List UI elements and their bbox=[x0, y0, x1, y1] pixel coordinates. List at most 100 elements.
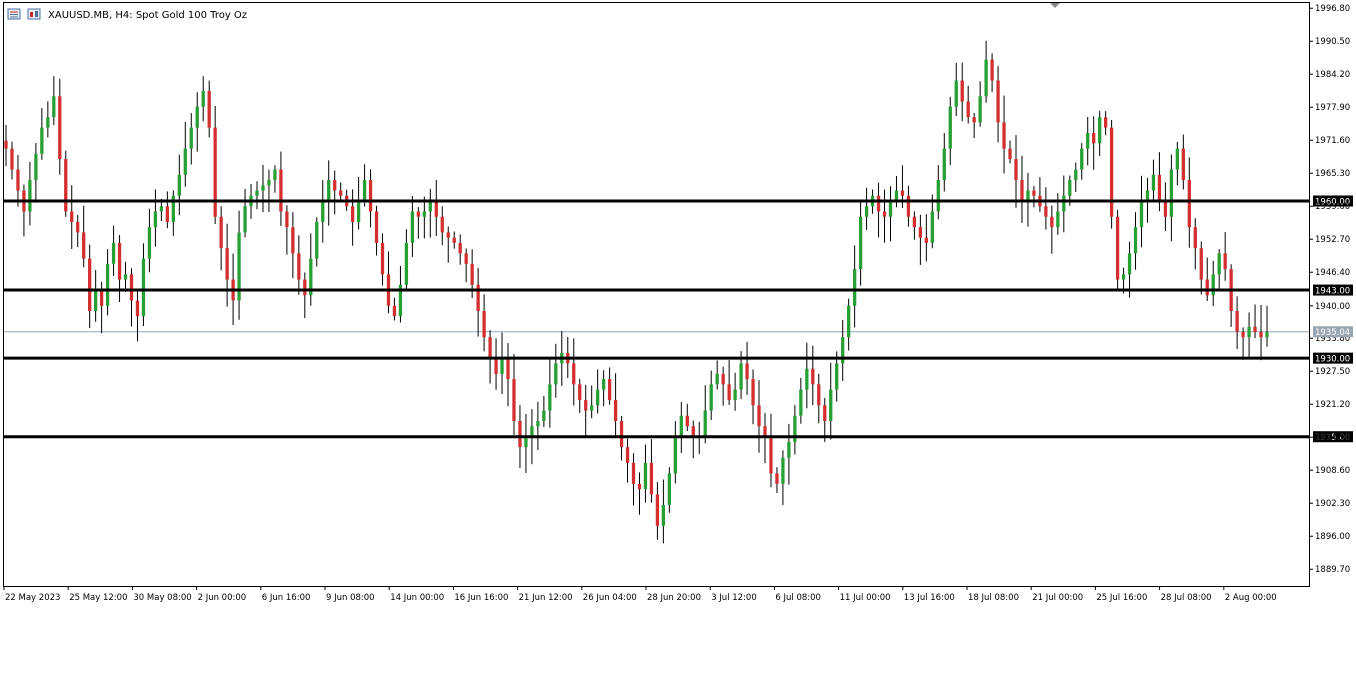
candle-body-up bbox=[1086, 132, 1090, 149]
candle-body-up bbox=[942, 148, 946, 181]
candle-body-down bbox=[452, 237, 456, 243]
candle-body-up bbox=[1169, 169, 1174, 217]
price-tick-label: 1921.20 bbox=[1315, 400, 1350, 410]
candle-body-up bbox=[1080, 148, 1084, 170]
candle-body-up bbox=[703, 410, 707, 437]
time-tick-label: 16 Jun 16:00 bbox=[454, 593, 508, 603]
time-tick-label: 30 May 08:00 bbox=[133, 593, 191, 603]
time-tick-label: 18 Jul 08:00 bbox=[968, 593, 1019, 603]
candle-body-down bbox=[1193, 227, 1197, 249]
candle-body-up bbox=[153, 211, 158, 228]
candle-body-up bbox=[1121, 274, 1126, 280]
candle-body-up bbox=[536, 421, 540, 427]
price-chart[interactable]: 1960.001943.001930.001915.00 1996.801990… bbox=[0, 0, 1356, 672]
candle-body-down bbox=[578, 384, 582, 401]
candle-body-up bbox=[243, 206, 247, 233]
candle-body-down bbox=[279, 169, 283, 212]
candle-body-down bbox=[88, 258, 92, 311]
indicator-icon[interactable] bbox=[27, 8, 41, 20]
price-tick-label: 1902.30 bbox=[1315, 499, 1350, 509]
candle-body-up bbox=[500, 358, 504, 374]
candle-body-up bbox=[315, 221, 319, 259]
candle-body-up bbox=[847, 305, 851, 338]
candle-body-up bbox=[954, 80, 958, 107]
candle-body-down bbox=[82, 232, 86, 259]
candle-body-up bbox=[159, 206, 164, 212]
candle-body-up bbox=[255, 190, 259, 196]
candle-body-down bbox=[506, 358, 510, 380]
candle-body-up bbox=[422, 211, 426, 217]
candle-body-down bbox=[727, 384, 731, 401]
candle-body-up bbox=[201, 91, 205, 107]
candle-body-down bbox=[811, 368, 815, 385]
chart-properties-icon[interactable] bbox=[7, 8, 21, 20]
time-tick-label: 6 Jun 16:00 bbox=[262, 593, 311, 603]
price-tick-label: 1977.90 bbox=[1315, 103, 1350, 113]
time-tick-label: 25 Jul 16:00 bbox=[1096, 593, 1147, 603]
candle-body-down bbox=[1092, 132, 1096, 144]
candle-body-up bbox=[1074, 169, 1078, 181]
candle-body-down bbox=[625, 447, 630, 463]
candle-body-up bbox=[1062, 195, 1066, 212]
candle-body-down bbox=[446, 232, 450, 238]
candle-body-down bbox=[691, 426, 695, 437]
candle-body-up bbox=[554, 363, 558, 385]
candle-body-down bbox=[906, 195, 911, 217]
candle-body-up bbox=[530, 426, 534, 437]
candle-body-up bbox=[596, 389, 600, 406]
candle-body-up bbox=[805, 368, 809, 390]
candle-body-up bbox=[590, 405, 594, 411]
price-tick-label: 1946.40 bbox=[1315, 268, 1350, 278]
candle-body-down bbox=[1032, 190, 1036, 196]
price-tick-label: 1952.70 bbox=[1315, 235, 1350, 245]
candle-body-up bbox=[864, 206, 869, 217]
candle-body-up bbox=[984, 59, 988, 97]
time-tick-label: 13 Jul 16:00 bbox=[904, 593, 955, 603]
candle-body-down bbox=[745, 363, 749, 380]
candle-body-down bbox=[99, 290, 104, 306]
candle-body-up bbox=[189, 127, 193, 149]
candle-body-down bbox=[1044, 206, 1048, 217]
candle-body-up bbox=[524, 436, 528, 448]
candle-body-down bbox=[1163, 201, 1168, 217]
candle-body-down bbox=[416, 211, 421, 217]
candle-body-up bbox=[195, 106, 199, 128]
candle-body-up bbox=[273, 169, 277, 181]
candle-body-up bbox=[177, 174, 181, 196]
time-tick-label: 9 Jun 08:00 bbox=[326, 593, 375, 603]
candle-body-up bbox=[404, 242, 409, 285]
time-tick-label: 2 Jun 00:00 bbox=[198, 593, 247, 603]
price-tick-label: 1965.30 bbox=[1315, 169, 1350, 179]
time-tick-label: 14 Jun 00:00 bbox=[390, 593, 444, 603]
candle-body-up bbox=[111, 242, 116, 264]
candle-body-down bbox=[135, 300, 140, 317]
candle-body-down bbox=[76, 221, 80, 233]
candle-body-down bbox=[207, 91, 211, 128]
candle-body-up bbox=[799, 389, 803, 416]
price-tick-label: 1990.50 bbox=[1315, 37, 1350, 47]
candle-body-down bbox=[1050, 216, 1054, 228]
time-tick-label: 21 Jul 00:00 bbox=[1032, 593, 1083, 603]
candle-body-down bbox=[769, 436, 773, 474]
candle bbox=[1115, 209, 1120, 292]
price-tick-label: 1896.00 bbox=[1315, 532, 1350, 542]
price-tick-label: 1927.50 bbox=[1315, 367, 1350, 377]
candle-body-up bbox=[1127, 253, 1132, 275]
candle-body-down bbox=[16, 169, 20, 191]
candle-body-up bbox=[601, 379, 606, 390]
price-tick-label: 1940.00 bbox=[1315, 302, 1350, 312]
candle-body-up bbox=[894, 190, 899, 201]
candle-body-up bbox=[948, 106, 952, 149]
chart-container[interactable]: 1960.00 1943.00 1930.00 1915.00 1996.80 1990… bbox=[0, 0, 1356, 672]
candle-body-up bbox=[1145, 190, 1150, 201]
price-tick-label: 1984.20 bbox=[1315, 70, 1350, 80]
candle-body-down bbox=[751, 379, 755, 406]
candle-body-down bbox=[1187, 180, 1191, 228]
candle-body-down bbox=[392, 305, 397, 317]
candle-body-up bbox=[936, 180, 940, 212]
candle-body-down bbox=[1199, 248, 1203, 280]
candle-body-up bbox=[643, 462, 648, 490]
candle-body-up bbox=[1217, 253, 1221, 275]
candle-body-down bbox=[996, 80, 1000, 123]
candle-body-up bbox=[1098, 117, 1102, 144]
